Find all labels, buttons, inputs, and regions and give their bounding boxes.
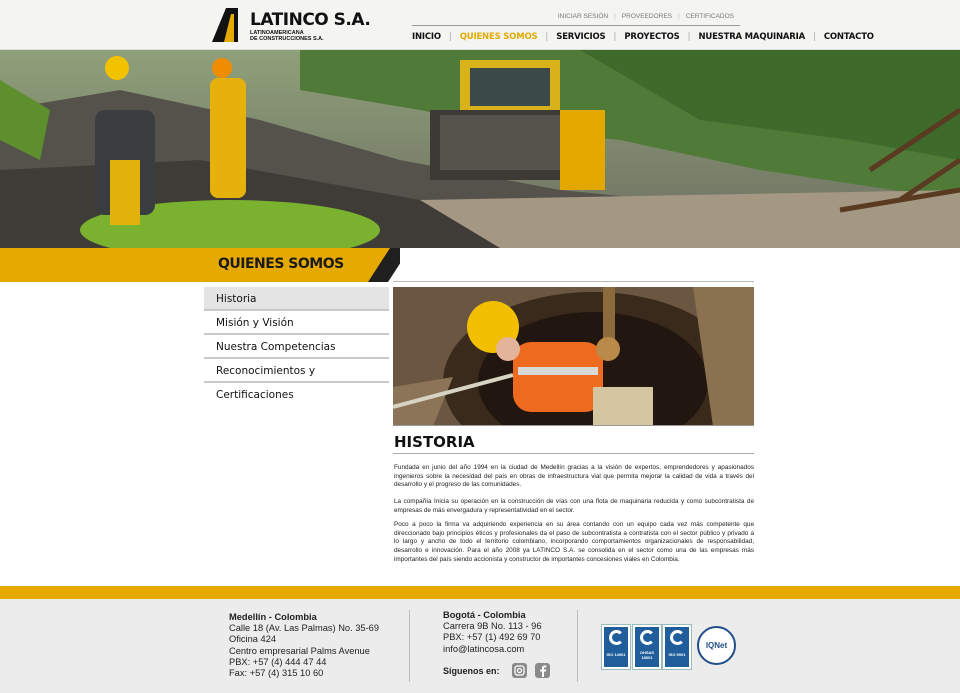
footer-bogota-address: Carrera 9B No. 113 - 96	[443, 621, 542, 632]
site-header: LATINCO S.A. LATINOAMERICANA DE CONSTRUC…	[0, 0, 960, 50]
nav-item-servicios[interactable]: SERVICIOS	[548, 32, 613, 42]
cert-label: ISO 9001	[668, 652, 686, 657]
footer-bogota: Bogotá - Colombia Carrera 9B No. 113 - 9…	[443, 610, 542, 655]
footer-divider	[577, 610, 578, 682]
section-title: QUIENES SOMOS	[218, 256, 344, 272]
cert-iso-9001-icon: ISO 9001	[663, 625, 691, 669]
footer-medellin-fax: Fax: +57 (4) 315 10 60	[229, 668, 324, 679]
hero-image	[0, 50, 960, 248]
nav-item-proyectos[interactable]: PROYECTOS	[616, 32, 687, 42]
footer-bogota-city: Bogotá - Colombia	[443, 610, 526, 620]
footer-bogota-email[interactable]: info@latincosa.com	[443, 644, 542, 655]
content-title: HISTORIA	[394, 433, 475, 451]
utility-link-suppliers[interactable]: PROVEEDORES	[616, 13, 678, 20]
nav-item-nuestra-maquinaria[interactable]: NUESTRA MAQUINARIA	[690, 32, 813, 42]
facebook-icon[interactable]	[534, 663, 550, 678]
iqnet-label: IQNet	[705, 641, 728, 650]
latinco-logo[interactable]: LATINCO S.A. LATINOAMERICANA DE CONSTRUC…	[212, 8, 371, 42]
footer-medellin-office: Oficina 424	[229, 634, 277, 645]
footer-medellin-pbx: PBX: +57 (4) 444 47 44	[229, 656, 327, 667]
brand-name: LATINCO S.A.	[250, 10, 371, 30]
brand-subtitle: LATINOAMERICANA DE CONSTRUCCIONES S.A.	[250, 30, 324, 42]
worker-in-shaft-image	[393, 287, 754, 425]
instagram-glyph	[513, 665, 525, 676]
instagram-icon[interactable]	[511, 663, 527, 678]
footer-medellin-city: Medellín - Colombia	[229, 612, 317, 622]
main-nav: INICIO | QUIENES SOMOS | SERVICIOS | PRO…	[404, 32, 882, 42]
header-divider	[412, 25, 740, 26]
hero-construction-scene	[0, 50, 960, 248]
footer-divider	[409, 610, 410, 682]
section-banner: QUIENES SOMOS	[0, 248, 400, 282]
historia-photo	[393, 287, 754, 426]
historia-paragraph-2: La compañía Inicia su operación en la co…	[394, 498, 754, 514]
nav-item-quienes-somos[interactable]: QUIENES SOMOS	[452, 32, 546, 42]
cert-ring-icon	[670, 630, 685, 645]
utility-link-certificates[interactable]: CERTIFICADOS	[680, 13, 740, 20]
cert-ohsas-18001-icon: OHSAS 18001	[633, 625, 661, 669]
footer-medellin-address: Calle 18 (Av. Las Palmas) No. 35-69	[229, 623, 380, 634]
utility-link-login[interactable]: INICIAR SESIÓN	[552, 13, 614, 20]
worker-right	[210, 58, 246, 198]
footer-medellin: Medellín - Colombia Calle 18 (Av. Las Pa…	[229, 612, 379, 679]
cert-ring-icon	[609, 630, 624, 645]
content-title-rule	[393, 453, 754, 454]
nav-item-contacto[interactable]: CONTACTO	[816, 32, 882, 42]
footer-social: Síguenos en:	[443, 663, 550, 678]
sidebar-menu: Historia Misión y Visión Nuestra Compete…	[204, 287, 389, 401]
historia-paragraph-1: Fundada en junio del año 1994 en la ciud…	[394, 464, 754, 489]
utility-links: INICIAR SESIÓN | PROVEEDORES | CERTIFICA…	[552, 13, 740, 20]
sidebar-item-competencias[interactable]: Nuestra Competencias	[204, 335, 389, 359]
cert-label: OHSAS 18001	[639, 650, 655, 660]
cert-label: ISO 14001	[606, 652, 626, 657]
banner-rule	[393, 281, 754, 282]
logo-mark-icon	[212, 8, 238, 42]
facebook-glyph	[539, 665, 546, 677]
cert-ring-icon	[640, 630, 655, 645]
nav-item-inicio[interactable]: INICIO	[404, 32, 449, 42]
sidebar-item-historia[interactable]: Historia	[204, 287, 389, 311]
footer-bogota-pbx: PBX: +57 (1) 492 69 70	[443, 632, 541, 643]
sidebar-item-reconocimientos[interactable]: Reconocimientos y Certificaciones	[204, 359, 389, 401]
iqnet-badge: IQNet	[697, 626, 736, 665]
brand-subtitle-line2: DE CONSTRUCCIONES S.A.	[250, 36, 324, 42]
sidebar-item-mision-vision[interactable]: Misión y Visión	[204, 311, 389, 335]
footer-medellin-building: Centro empresarial Palms Avenue	[229, 645, 370, 656]
cert-iso-14001-icon: ISO 14001	[602, 625, 630, 669]
social-label: Síguenos en:	[443, 665, 500, 676]
footer-accent-stripe	[0, 586, 960, 599]
historia-paragraph-3: Poco a poco la firma va adquiriendo expe…	[394, 521, 754, 563]
